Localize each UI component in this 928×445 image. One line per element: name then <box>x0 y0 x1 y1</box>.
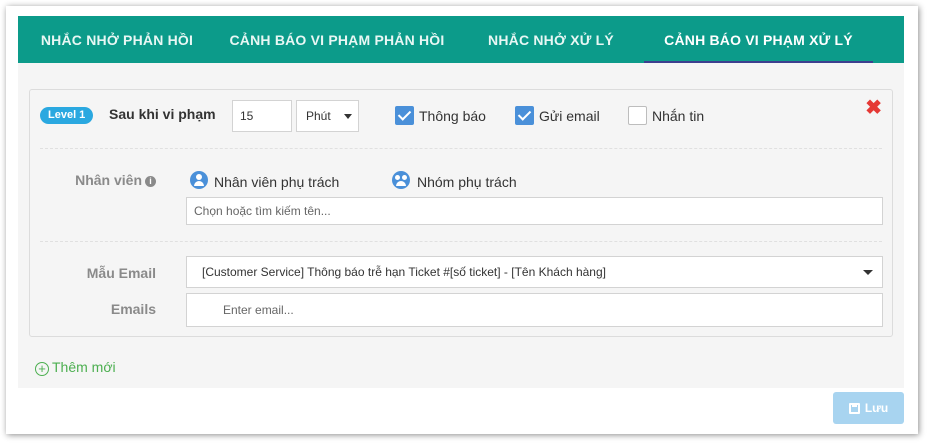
email-template-select[interactable]: [Customer Service] Thông báo trễ hạn Tic… <box>186 256 883 288</box>
group-in-charge-option[interactable]: Nhóm phụ trách <box>417 174 517 190</box>
notify-label: Thông báo <box>419 108 486 124</box>
emails-input[interactable]: Enter email... <box>186 293 883 327</box>
time-unit-value: Phút <box>306 109 331 123</box>
notify-checkbox[interactable] <box>395 106 414 125</box>
settings-panel: NHẮC NHỞ PHẢN HỒI CẢNH BÁO VI PHẠM PHẢN … <box>18 16 904 388</box>
save-button[interactable]: Lưu <box>833 392 904 424</box>
email-checkbox[interactable] <box>515 106 534 125</box>
email-template-value: [Customer Service] Thông báo trễ hạn Tic… <box>202 265 606 279</box>
tab-bar: NHẮC NHỞ PHẢN HỒI CẢNH BÁO VI PHẠM PHẢN … <box>18 16 904 63</box>
time-value-input[interactable]: 15 <box>232 100 292 132</box>
save-icon <box>848 402 860 414</box>
emails-label: Emails <box>110 301 156 317</box>
time-unit-select[interactable]: Phút <box>296 100 359 132</box>
staff-search-input[interactable]: Chọn hoặc tìm kiếm tên... <box>186 197 883 225</box>
staff-label: Nhân viên <box>75 172 142 188</box>
divider <box>40 241 882 242</box>
tab-violation-response[interactable]: CẢNH BÁO VI PHẠM PHẢN HỒI <box>216 16 458 63</box>
window-frame: NHẮC NHỞ PHẢN HỒI CẢNH BÁO VI PHẠM PHẢN … <box>6 6 918 434</box>
sms-checkbox[interactable] <box>628 106 647 125</box>
after-violation-label: Sau khi vi phạm <box>109 106 216 122</box>
caret-down-icon <box>863 270 873 275</box>
divider <box>40 148 882 149</box>
caret-down-icon <box>344 114 352 119</box>
user-icon[interactable] <box>190 171 208 189</box>
close-icon[interactable]: ✖ <box>865 98 882 118</box>
level-badge: Level 1 <box>40 107 94 124</box>
person-in-charge-option[interactable]: Nhân viên phụ trách <box>214 174 339 190</box>
tab-violation-processing[interactable]: CẢNH BÁO VI PHẠM XỬ LÝ <box>644 16 873 63</box>
plus-circle-icon: + <box>35 362 49 376</box>
tab-reminder-response[interactable]: NHẮC NHỞ PHẢN HỒI <box>18 16 216 63</box>
info-icon[interactable]: i <box>145 176 156 187</box>
tab-reminder-processing[interactable]: NHẮC NHỞ XỬ LÝ <box>458 16 644 63</box>
save-label: Lưu <box>864 401 889 415</box>
email-label: Gửi email <box>539 108 600 124</box>
sms-label: Nhắn tin <box>652 108 705 124</box>
email-template-label: Mẫu Email <box>86 265 156 281</box>
staff-label-wrap: Nhân viên i <box>50 172 156 188</box>
add-new-button[interactable]: + Thêm mới <box>35 359 116 376</box>
rule-card: Level 1 Sau khi vi phạm 15 Phút Thông bá… <box>29 89 893 337</box>
add-new-label: Thêm mới <box>52 359 116 375</box>
group-icon[interactable] <box>392 171 410 189</box>
